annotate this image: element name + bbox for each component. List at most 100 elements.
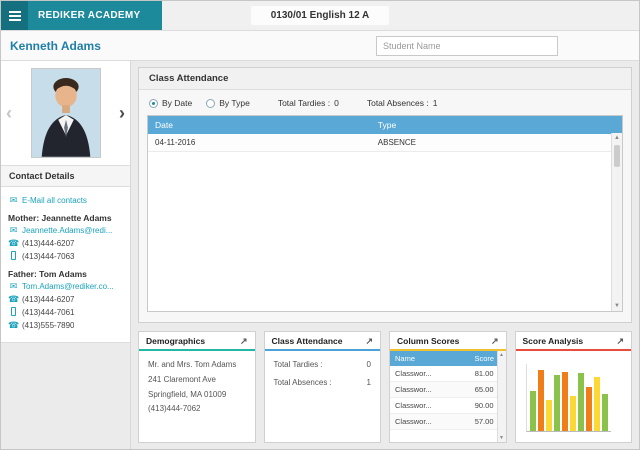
scores-scrollbar[interactable]: ▲ ▼ [496, 351, 506, 442]
envelope-icon: ✉ [9, 195, 18, 205]
score-row[interactable]: Classwor... 57.00 [390, 414, 506, 430]
mobile-icon [8, 307, 19, 318]
cell-date: 04-11-2016 [155, 138, 196, 147]
score-analysis-card-title: Score Analysis [522, 336, 584, 346]
chart-bar [537, 370, 544, 431]
father-email: Tom.Adams@rediker.co... [22, 282, 114, 291]
photo-row: ‹ › [1, 61, 130, 165]
table-row[interactable]: 04-11-2016 ABSENCE [148, 134, 622, 152]
absences-row: Total Absences : 1 [274, 378, 372, 387]
brand: REDIKER ACADEMY [28, 1, 163, 30]
mother-email: Jeannette.Adams@redi... [22, 226, 113, 235]
father-phone-1: (413)444-6207 [22, 295, 75, 304]
email-all-contacts-link[interactable]: ✉ E-Mail all contacts [8, 195, 123, 206]
chart-bar [561, 372, 568, 431]
total-absences: Total Absences : 1 [367, 98, 438, 108]
mother-phone: (413)444-6207 [22, 239, 75, 248]
column-scores-table: Name Score Classwor... 81.00 Classwor...… [390, 351, 506, 442]
by-type-label: By Type [219, 98, 250, 108]
score-name: Classwor... [395, 417, 432, 426]
expand-icon[interactable]: ↗ [491, 336, 499, 346]
tardies-row: Total Tardies : 0 [274, 360, 372, 369]
widget-cards-row: Demographics ↗ Mr. and Mrs. Tom Adams 24… [138, 331, 632, 443]
mother-email-link[interactable]: ✉ Jeannette.Adams@redi... [8, 225, 123, 236]
rediker-app-window: REDIKER ACADEMY 0130/01 English 12 A Ken… [0, 0, 640, 450]
mother-phone-row: ☎ (413)444-6207 [8, 238, 123, 249]
chart-bar [553, 375, 560, 431]
father-label: Father: Tom Adams [8, 269, 87, 279]
chart-bar [593, 377, 600, 431]
absences-label: Total Absences : [273, 378, 332, 387]
by-date-radio[interactable]: By Date [149, 98, 192, 108]
total-absences-value: 1 [432, 98, 438, 108]
score-row[interactable]: Classwor... 81.00 [390, 366, 506, 382]
father-email-link[interactable]: ✉ Tom.Adams@rediker.co... [8, 281, 123, 292]
student-name: Kenneth Adams [10, 38, 101, 53]
column-header-date: Date [155, 120, 173, 130]
father-phone-2: (413)555-7890 [22, 321, 75, 330]
expand-icon[interactable]: ↗ [616, 336, 624, 346]
table-scrollbar[interactable]: ▲ ▼ [611, 133, 622, 311]
score-row[interactable]: Classwor... 90.00 [390, 398, 506, 414]
prev-student-chevron-icon[interactable]: ‹ [4, 104, 14, 122]
radio-selected-icon [149, 98, 158, 108]
demographics-card: Demographics ↗ Mr. and Mrs. Tom Adams 24… [138, 331, 256, 443]
hamburger-icon [8, 10, 21, 13]
scroll-up-icon[interactable]: ▲ [614, 135, 620, 141]
demographics-line: 241 Claremont Ave [148, 374, 216, 384]
mother-mobile-row: (413)444-7063 [8, 251, 123, 262]
contact-details-title: Contact Details [1, 165, 130, 187]
total-absences-label: Total Absences : [366, 98, 429, 108]
chart-bar [529, 391, 536, 431]
class-attendance-panel: Class Attendance By Date By Type Total T… [138, 67, 632, 323]
scores-column-name: Name [395, 354, 416, 363]
mother-label: Mother: Jeannette Adams [8, 213, 112, 223]
attendance-controls: By Date By Type Total Tardies : 0 Total … [139, 90, 631, 113]
scroll-up-icon[interactable]: ▲ [499, 352, 504, 358]
student-photo [30, 68, 101, 158]
email-all-label: E-Mail all contacts [22, 196, 87, 205]
course-title: 0130/01 English 12 A [250, 6, 390, 25]
next-student-chevron-icon[interactable]: › [117, 104, 127, 122]
score-analysis-card: Score Analysis ↗ [514, 331, 632, 443]
father-phone-row-1: ☎ (413)444-6207 [8, 294, 123, 305]
column-header-type: Type [377, 120, 397, 130]
demographics-card-body: Mr. and Mrs. Tom Adams 241 Claremont Ave… [139, 351, 255, 424]
envelope-icon: ✉ [9, 281, 18, 291]
scroll-down-icon[interactable]: ▼ [499, 435, 504, 441]
student-photo-image [31, 69, 100, 157]
phone-icon: ☎ [8, 238, 20, 248]
class-attendance-card: Class Attendance ↗ Total Tardies : 0 Tot… [263, 331, 381, 443]
phone-icon: ☎ [8, 320, 20, 330]
scroll-down-icon[interactable]: ▼ [614, 303, 620, 309]
column-scores-card-title: Column Scores [397, 336, 460, 346]
menu-button[interactable] [1, 1, 28, 30]
chart-bar [569, 396, 576, 431]
class-attendance-card-header: Class Attendance ↗ [264, 332, 380, 351]
expand-icon[interactable]: ↗ [240, 336, 248, 346]
total-tardies: Total Tardies : 0 [278, 98, 339, 108]
expand-icon[interactable]: ↗ [365, 336, 373, 346]
student-toolbar: Kenneth Adams [1, 31, 639, 61]
demographics-card-header: Demographics ↗ [139, 332, 255, 351]
demographics-line: Mr. and Mrs. Tom Adams [148, 360, 237, 369]
by-type-radio[interactable]: By Type [206, 98, 250, 108]
sidebar-filler [1, 343, 130, 449]
main-area: Class Attendance By Date By Type Total T… [131, 61, 639, 449]
student-search-input[interactable] [376, 35, 558, 56]
father-mobile-row: (413)444-7061 [8, 307, 123, 318]
score-name: Classwor... [395, 369, 432, 378]
chart-bar [601, 394, 608, 431]
father-mobile: (413)444-7061 [22, 308, 75, 317]
total-tardies-value: 0 [334, 98, 339, 108]
demographics-card-title: Demographics [146, 336, 206, 346]
score-name: Classwor... [395, 385, 432, 394]
demographics-line: Springfield, MA 01009 [148, 389, 227, 399]
score-row[interactable]: Classwor... 65.00 [390, 382, 506, 398]
table-empty-area [148, 152, 622, 311]
panel-title: Class Attendance [139, 68, 631, 90]
column-scores-card-header: Column Scores ↗ [390, 332, 506, 351]
total-tardies-label: Total Tardies : [277, 98, 331, 108]
scrollbar-thumb[interactable] [614, 145, 620, 167]
contact-list: ✉ E-Mail all contacts Mother: Jeannette … [1, 187, 130, 343]
